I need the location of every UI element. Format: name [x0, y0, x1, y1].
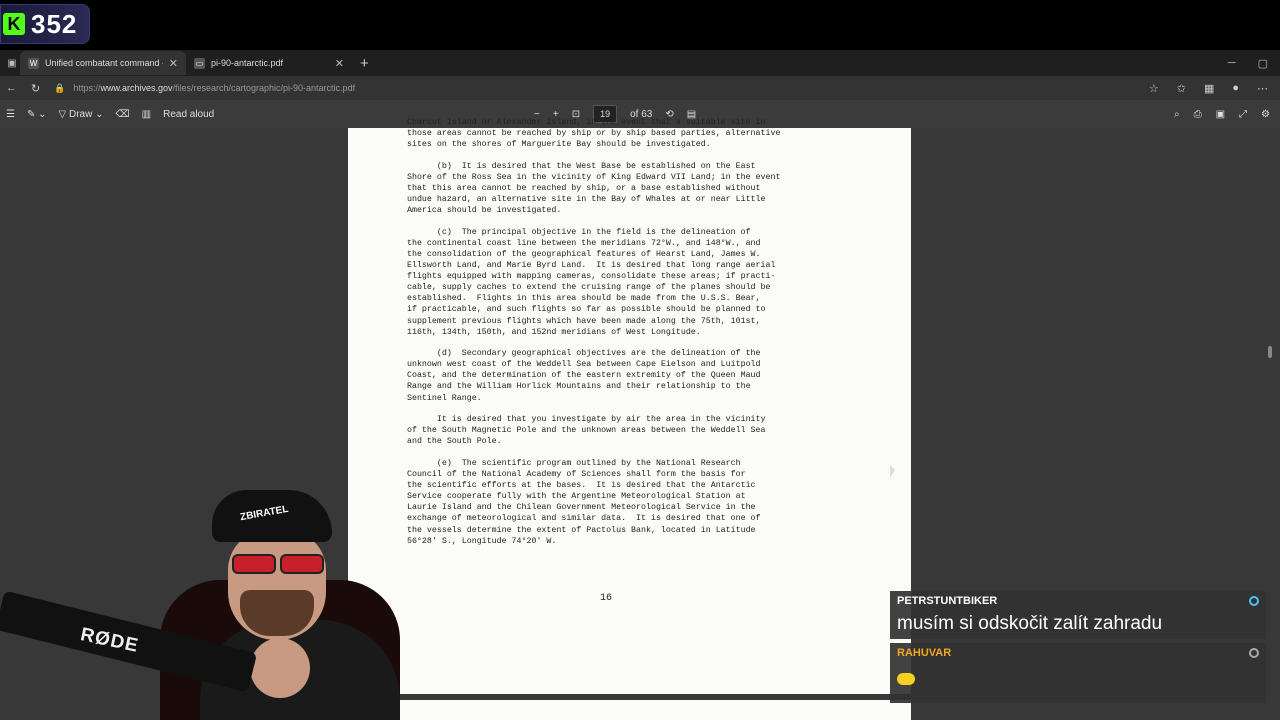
tab-bar: ▣ W Unified combatant command - W ✕ ▭ pi… [0, 50, 1280, 76]
eraser-icon[interactable]: ⌫ [116, 109, 130, 120]
favorites-icon[interactable]: ✩ [1177, 82, 1186, 95]
document-paragraph: (d) Secondary geographical objectives ar… [407, 349, 761, 403]
badge-icon [1249, 648, 1259, 658]
mouse-cursor-icon [890, 465, 895, 478]
viewer-count-badge: K 352 [0, 4, 91, 44]
print-icon[interactable]: ⎙ [1194, 109, 1202, 120]
chat-message: RAHUVAR [890, 643, 1266, 703]
url-field[interactable]: 🔒 https://www.archives.gov/files/researc… [54, 78, 1135, 98]
document-paragraph: Charcot Island or Alexander Island, in t… [407, 118, 781, 150]
pdf-page: Charcot Island or Alexander Island, in t… [348, 118, 911, 694]
back-icon[interactable]: ← [6, 82, 17, 94]
highlight-icon[interactable]: ✎ ⌄ [27, 109, 47, 120]
tab-title: Unified combatant command - W [45, 58, 163, 68]
chat-message: PETRSTUNTBIKER musím si odskočit zalít z… [890, 591, 1266, 639]
chat-username: PETRSTUNTBIKER [897, 595, 1259, 607]
read-aloud-button[interactable]: Read aloud [163, 109, 214, 120]
new-tab-button[interactable]: + [352, 55, 377, 72]
maximize-icon[interactable]: ▢ [1258, 57, 1268, 70]
document-paragraph: (e) The scientific program outlined by t… [407, 458, 761, 546]
close-icon[interactable]: ✕ [335, 57, 344, 70]
webcam-overlay: ZBIRATEL RØDE [0, 490, 410, 720]
chat-username: RAHUVAR [897, 647, 1259, 659]
page-text: Charcot Island or Alexander Island, in t… [407, 117, 827, 557]
url-text: https://www.archives.gov/files/research/… [73, 83, 356, 93]
favorite-icon[interactable]: ☆ [1149, 82, 1159, 95]
scrollbar[interactable] [1268, 346, 1272, 358]
viewer-count: 352 [31, 8, 78, 39]
more-icon[interactable]: ⋯ [1257, 82, 1268, 95]
page-number: 16 [600, 593, 613, 604]
badge-icon [1249, 596, 1259, 606]
stream-overlay-top: K 352 [0, 0, 1280, 47]
browser-actions: ☆ ✩ ▦ ● ⋯ [1149, 82, 1274, 95]
kick-logo-icon: K [3, 13, 25, 35]
search-icon[interactable]: ⌕ [1174, 109, 1180, 120]
document-paragraph: (c) The principal objective in the field… [407, 227, 776, 337]
lens-left [232, 554, 276, 574]
pdf-icon: ▭ [194, 57, 205, 69]
tab-actions-icon[interactable]: ▣ [4, 58, 20, 69]
refresh-icon[interactable]: ↻ [31, 82, 40, 95]
settings-icon[interactable]: ⚙ [1261, 109, 1270, 120]
view-icon[interactable]: ▥ [142, 109, 151, 120]
streamer-hand [250, 638, 310, 698]
wikipedia-icon: W [28, 57, 39, 69]
save-icon[interactable]: ▣ [1216, 109, 1225, 120]
tab-pdf[interactable]: ▭ pi-90-antarctic.pdf ✕ [186, 51, 352, 75]
collections-icon[interactable]: ▦ [1204, 82, 1214, 95]
streamer-beard [240, 590, 314, 636]
tab-title: pi-90-antarctic.pdf [211, 58, 284, 68]
window-controls: ─ ▢ [1228, 57, 1280, 70]
tab-wikipedia[interactable]: W Unified combatant command - W ✕ [20, 51, 186, 75]
lock-icon: 🔒 [54, 82, 66, 93]
fullscreen-icon[interactable]: ⤢ [1239, 109, 1247, 120]
next-pdf-page [348, 700, 911, 720]
address-bar: ← ↻ 🔒 https://www.archives.gov/files/res… [0, 76, 1280, 100]
minimize-icon[interactable]: ─ [1228, 57, 1236, 70]
chat-overlay: PETRSTUNTBIKER musím si odskočit zalít z… [890, 591, 1266, 703]
lens-right [280, 554, 324, 574]
red-glasses [232, 554, 324, 574]
profile-icon[interactable]: ● [1232, 82, 1239, 95]
document-paragraph: It is desired that you investigate by ai… [407, 415, 766, 447]
contents-icon[interactable]: ☰ [6, 109, 15, 120]
draw-button[interactable]: ▽ Draw ⌄ [59, 109, 104, 120]
close-icon[interactable]: ✕ [169, 57, 178, 70]
chat-text: musím si odskočit zalít zahradu [897, 613, 1163, 634]
document-paragraph: (b) It is desired that the West Base be … [407, 161, 781, 216]
emoji-icon [897, 673, 915, 685]
